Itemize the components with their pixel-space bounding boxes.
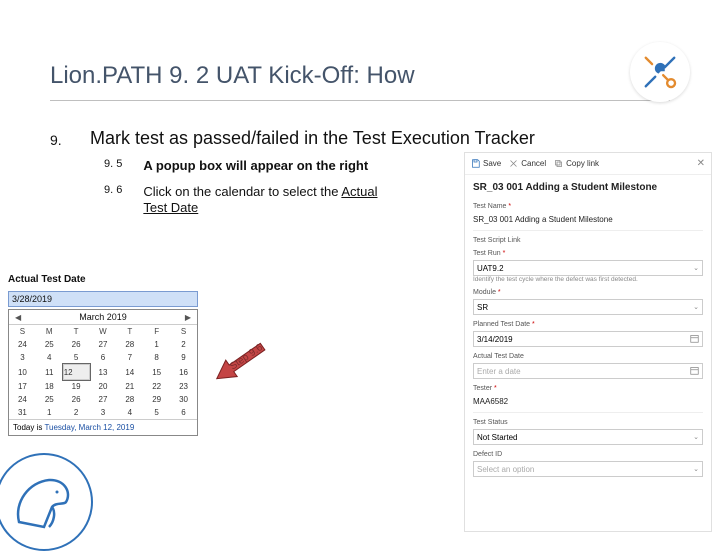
copy-link-button[interactable]: Copy link [554,159,599,168]
calendar-day[interactable]: 2 [170,338,197,351]
lion-logo-icon [0,452,94,552]
calendar-day[interactable]: 7 [116,351,143,364]
label-testrun: Test Run [473,250,703,257]
form-panel: Save Cancel Copy link ✕ SR_03 001 Adding… [464,152,712,532]
actual-date-input[interactable]: 3/28/2019 [8,291,198,307]
calendar-day[interactable]: 15 [143,364,170,380]
input-planned-date[interactable]: 3/14/2019 [473,331,703,347]
calendar-day[interactable]: 25 [36,338,63,351]
calendar-day[interactable]: 27 [90,338,117,351]
label-defect: Defect ID [473,451,703,458]
calendar-day[interactable]: 3 [90,406,117,419]
calendar-day[interactable]: 26 [63,338,90,351]
label-module: Module [473,289,703,296]
calendar-day[interactable]: 10 [9,364,36,380]
calendar-grid[interactable]: SMTWTFS242526272812345678910111213141516… [9,325,197,419]
calendar-next-icon[interactable]: ▶ [183,313,193,322]
calendar-day[interactable]: 24 [9,393,36,406]
calendar-month: March 2019 [79,312,127,322]
calendar-day[interactable]: 16 [170,364,197,380]
calendar-day[interactable]: 29 [143,393,170,406]
step-number: 9. [50,132,62,148]
calendar-day[interactable]: 3 [9,351,36,364]
calendar-popup: Actual Test Date 3/28/2019 ◀ March 2019 … [8,274,208,436]
panel-title: SR_03 001 Adding a Student Milestone [465,175,711,197]
select-status[interactable]: Not Started⌄ [473,429,703,445]
label-actual: Actual Test Date [473,353,703,360]
calendar-day[interactable]: 5 [143,406,170,419]
value-tester: MAA6582 [473,395,703,413]
svg-text:Step 9.6: Step 9.6 [228,342,265,373]
calendar-day[interactable]: 9 [170,351,197,364]
select-module[interactable]: SR⌄ [473,299,703,315]
close-icon[interactable]: ✕ [697,158,705,169]
calendar-day[interactable]: 26 [63,393,90,406]
calendar-day[interactable]: 23 [170,380,197,393]
calendar-day[interactable]: 25 [36,393,63,406]
calendar-day[interactable]: 1 [143,338,170,351]
calendar-day[interactable]: 30 [170,393,197,406]
calendar-day[interactable]: 13 [90,364,117,380]
calendar-icon[interactable] [690,334,699,345]
input-actual-date[interactable]: Enter a date [473,363,703,379]
label-planned: Planned Test Date [473,321,703,328]
calendar-day[interactable]: 6 [90,351,117,364]
calendar-day[interactable]: 4 [116,406,143,419]
calendar-field-label: Actual Test Date [8,274,208,285]
calendar-day[interactable]: 12 [63,364,90,380]
label-testname: Test Name [473,203,703,210]
save-button[interactable]: Save [471,159,501,168]
calendar-day[interactable]: 28 [116,338,143,351]
calendar-widget[interactable]: ◀ March 2019 ▶ SMTWTFS242526272812345678… [8,309,198,436]
value-testname: SR_03 001 Adding a Student Milestone [473,213,703,231]
label-status: Test Status [473,419,703,426]
calendar-day[interactable]: 21 [116,380,143,393]
select-testrun[interactable]: UAT9.2⌄ [473,260,703,276]
cancel-button[interactable]: Cancel [509,159,546,168]
label-testscript: Test Script Link [473,237,703,244]
calendar-day[interactable]: 19 [63,380,90,393]
calendar-day[interactable]: 8 [143,351,170,364]
calendar-day[interactable]: 1 [36,406,63,419]
calendar-day[interactable]: 6 [170,406,197,419]
calendar-day[interactable]: 17 [9,380,36,393]
calendar-day[interactable]: 4 [36,351,63,364]
calendar-day[interactable]: 22 [143,380,170,393]
page-title: Lion.PATH 9. 2 UAT Kick-Off: How [50,62,415,90]
select-defect[interactable]: Select an option⌄ [473,461,703,477]
calendar-day[interactable]: 20 [90,380,117,393]
callout-step-96: Step 9.6 [210,340,280,395]
calendar-day[interactable]: 14 [116,364,143,380]
hint-testrun: Identify the test cycle where the defect… [473,276,703,283]
calendar-day[interactable]: 31 [9,406,36,419]
substep-95: 9. 5 A popup box will appear on the righ… [104,158,393,174]
calendar-day[interactable]: 27 [90,393,117,406]
wrench-icon [630,42,690,102]
calendar-day[interactable]: 18 [36,380,63,393]
calendar-icon[interactable] [690,366,699,377]
substep-96: 9. 6 Click on the calendar to select the… [104,184,393,217]
calendar-day[interactable]: 28 [116,393,143,406]
title-underline [50,100,670,101]
step-text: Mark test as passed/failed in the Test E… [90,128,535,149]
calendar-today[interactable]: Today is Tuesday, March 12, 2019 [9,419,197,435]
calendar-day[interactable]: 11 [36,364,63,380]
calendar-day[interactable]: 24 [9,338,36,351]
calendar-day[interactable]: 2 [63,406,90,419]
calendar-prev-icon[interactable]: ◀ [13,313,23,322]
calendar-day[interactable]: 5 [63,351,90,364]
label-tester: Tester [473,385,703,392]
